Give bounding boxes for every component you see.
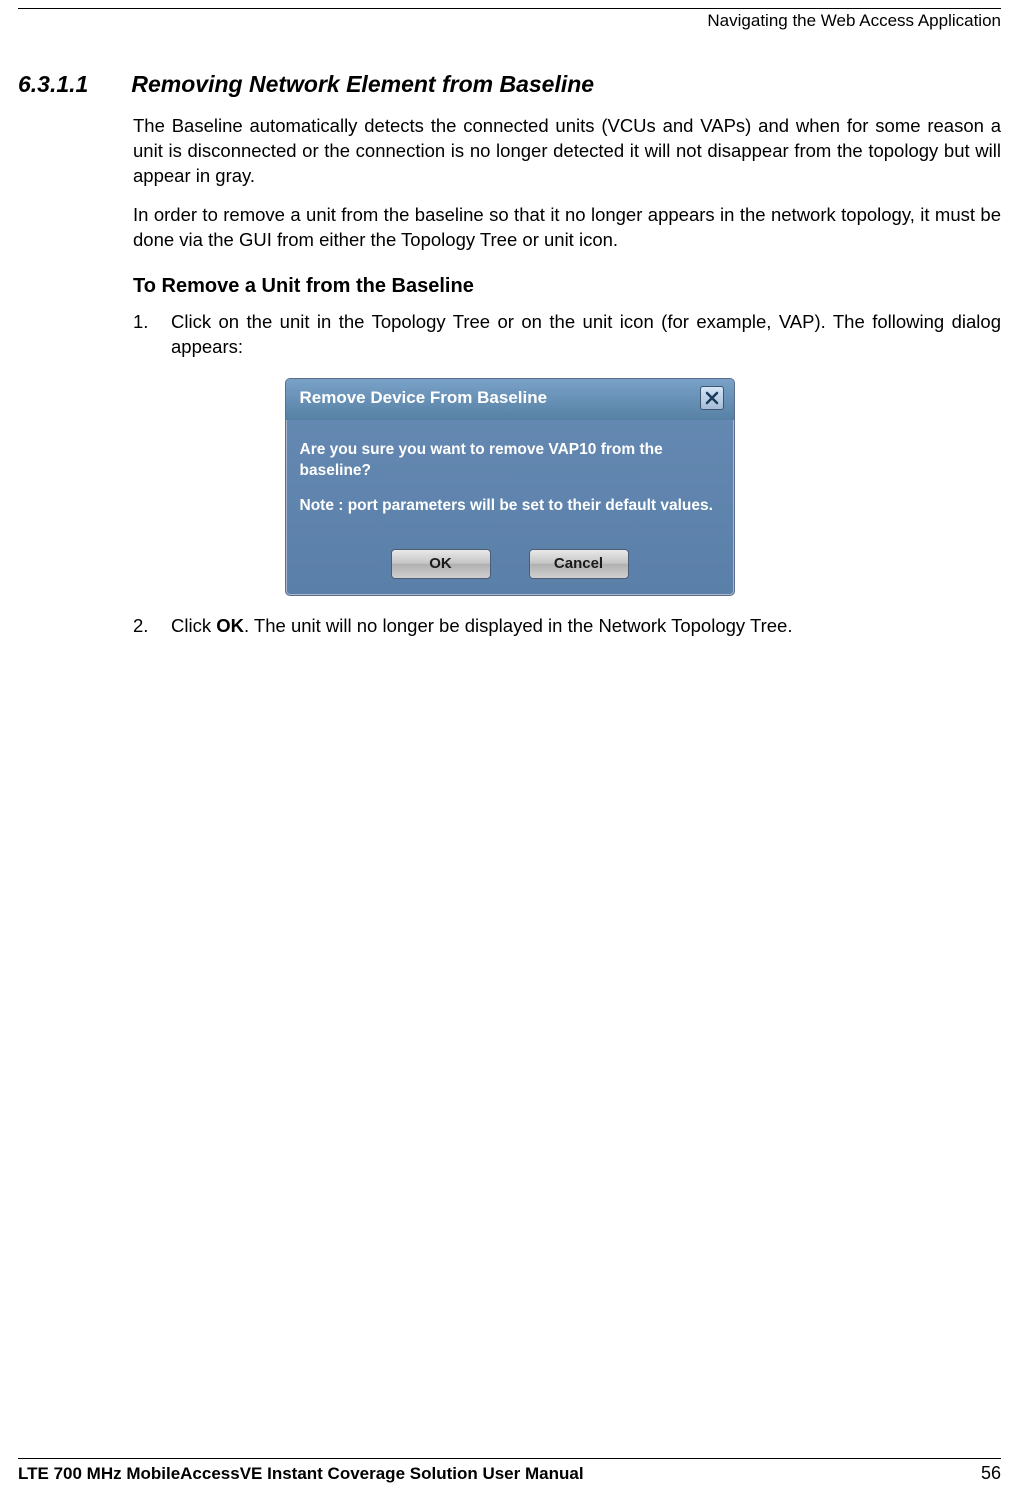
ok-button[interactable]: OK	[391, 549, 491, 579]
close-button[interactable]	[700, 386, 724, 410]
close-icon	[705, 391, 719, 405]
dialog-title: Remove Device From Baseline	[300, 388, 548, 408]
paragraph-1: The Baseline automatically detects the c…	[133, 114, 1001, 189]
list-content-1: Click on the unit in the Topology Tree o…	[171, 310, 1001, 360]
list-item-2: 2. Click OK. The unit will no longer be …	[133, 614, 1001, 639]
step2-suffix: . The unit will no longer be displayed i…	[244, 615, 792, 636]
subheading: To Remove a Unit from the Baseline	[133, 275, 1001, 298]
section-title: Removing Network Element from Baseline	[131, 71, 594, 97]
section-heading: 6.3.1.1 Removing Network Element from Ba…	[18, 71, 1001, 98]
list-content-2: Click OK. The unit will no longer be dis…	[171, 614, 1001, 639]
dialog-button-row: OK Cancel	[286, 537, 734, 595]
dialog-screenshot-wrapper: Remove Device From Baseline Are you sure…	[18, 378, 1001, 596]
list-item-1: 1. Click on the unit in the Topology Tre…	[133, 310, 1001, 360]
footer-page-number: 56	[981, 1463, 1001, 1484]
step2-bold: OK	[216, 615, 244, 636]
section-number: 6.3.1.1	[18, 71, 125, 98]
dialog-message-2: Note : port parameters will be set to th…	[300, 496, 720, 517]
header-rule	[18, 8, 1001, 9]
list-number-2: 2.	[133, 614, 171, 639]
paragraph-2: In order to remove a unit from the basel…	[133, 203, 1001, 253]
header-breadcrumb: Navigating the Web Access Application	[18, 11, 1001, 31]
dialog-message-1: Are you sure you want to remove VAP10 fr…	[300, 440, 720, 482]
list-number-1: 1.	[133, 310, 171, 360]
footer-rule	[18, 1458, 1001, 1459]
page-footer: LTE 700 MHz MobileAccessVE Instant Cover…	[18, 1458, 1001, 1484]
step2-prefix: Click	[171, 615, 216, 636]
dialog-body: Are you sure you want to remove VAP10 fr…	[286, 420, 734, 537]
cancel-button[interactable]: Cancel	[529, 549, 629, 579]
remove-device-dialog: Remove Device From Baseline Are you sure…	[285, 378, 735, 596]
dialog-titlebar: Remove Device From Baseline	[286, 379, 734, 420]
footer-title: LTE 700 MHz MobileAccessVE Instant Cover…	[18, 1464, 584, 1484]
